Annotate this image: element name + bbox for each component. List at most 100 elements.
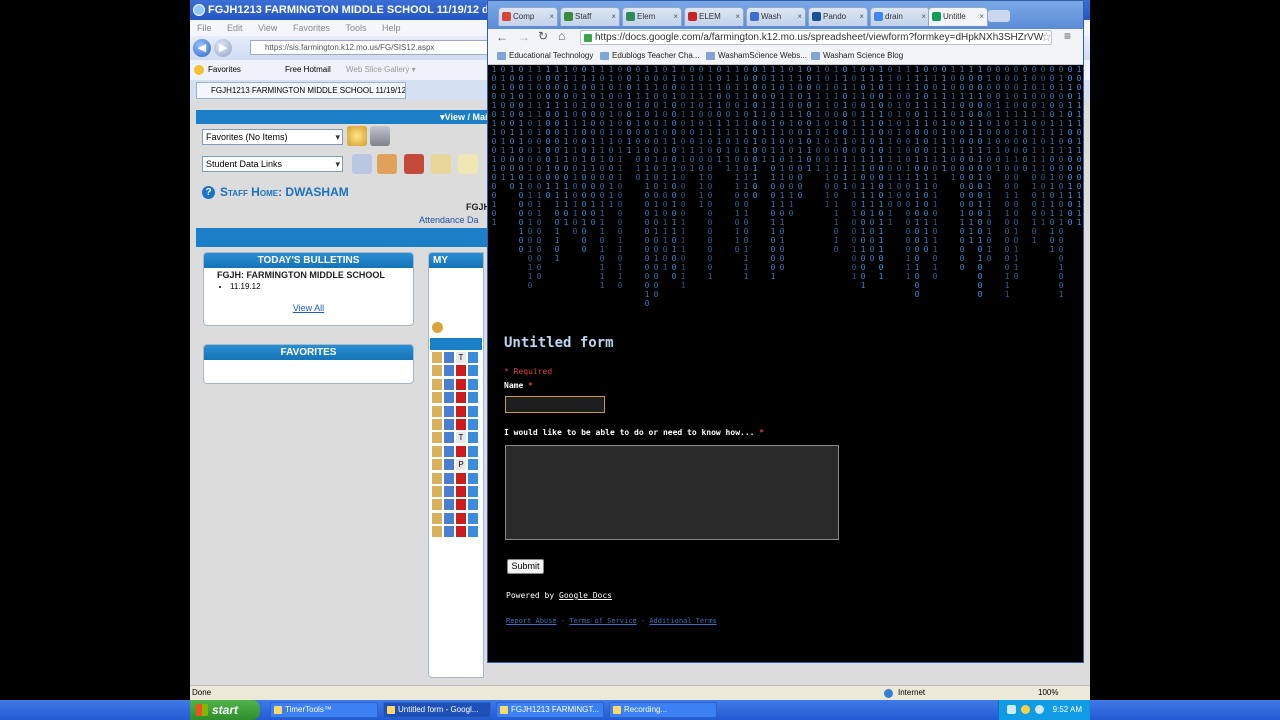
bookmark-washam-science-blog[interactable]: Washam Science Blog	[811, 47, 903, 65]
person-icon[interactable]	[432, 378, 442, 390]
cart-icon[interactable]	[468, 419, 478, 430]
cart-icon[interactable]	[468, 526, 478, 538]
network-tray-icon[interactable]	[1035, 705, 1044, 714]
class-row[interactable]	[430, 445, 482, 458]
cart-icon[interactable]	[468, 459, 478, 471]
person-icon[interactable]	[432, 419, 442, 430]
class-row[interactable]	[430, 486, 482, 498]
reload-icon[interactable]: ↻	[538, 29, 548, 43]
person-icon[interactable]	[432, 486, 442, 497]
name-field[interactable]	[505, 396, 605, 413]
person-icon[interactable]	[432, 472, 442, 484]
desk-icon[interactable]	[444, 472, 454, 484]
favorites-select[interactable]: Favorites (No Items)	[202, 129, 343, 145]
menu-help[interactable]: Help	[382, 23, 401, 33]
desk-icon[interactable]	[444, 445, 454, 457]
chrome-tab[interactable]: drain ×	[870, 7, 930, 26]
cart-icon[interactable]	[468, 352, 478, 363]
class-row[interactable]	[430, 472, 482, 485]
class-row[interactable]	[430, 365, 482, 377]
chrome-tab[interactable]: Staff ×	[560, 7, 620, 26]
person-icon[interactable]	[432, 526, 442, 538]
desk-icon[interactable]	[444, 392, 454, 404]
menu-view[interactable]: View	[258, 23, 277, 33]
class-row[interactable]: T	[430, 432, 482, 444]
menu-file[interactable]: File	[197, 23, 212, 33]
zoom-level[interactable]: 100%	[1038, 686, 1058, 700]
chrome-address-bar[interactable]: https://docs.google.com/a/farmington.k12…	[580, 30, 1052, 45]
home-icon[interactable]: ⌂	[558, 29, 565, 43]
person-icon[interactable]	[432, 512, 442, 524]
close-tab-icon[interactable]: ×	[979, 8, 984, 25]
menu-edit[interactable]: Edit	[227, 23, 243, 33]
mail-icon[interactable]	[458, 154, 478, 174]
desk-icon[interactable]	[444, 352, 454, 363]
cart-icon[interactable]	[468, 432, 478, 444]
bulletin-item[interactable]: 11.19.12	[230, 282, 413, 291]
ie-tab-sis[interactable]: FGJH1213 FARMINGTON MIDDLE SCHOOL 11/19/…	[196, 82, 406, 99]
cart-icon[interactable]	[468, 499, 478, 511]
person-icon[interactable]	[432, 432, 442, 444]
desk-icon[interactable]	[444, 419, 454, 430]
question-field[interactable]	[505, 445, 839, 540]
close-tab-icon[interactable]: ×	[859, 8, 864, 25]
chrome-tab[interactable]: ELEM ×	[684, 7, 744, 26]
desk-icon[interactable]	[444, 405, 454, 417]
cart-icon[interactable]	[468, 486, 478, 497]
fav-web-slice-gallery[interactable]: Web Slice Gallery ▾	[346, 60, 416, 80]
cart-icon[interactable]	[468, 405, 478, 417]
class-row[interactable]	[430, 392, 482, 404]
close-tab-icon[interactable]: ×	[673, 8, 678, 25]
desk-icon[interactable]	[444, 378, 454, 390]
back-icon[interactable]: ◀	[193, 39, 211, 57]
class-row[interactable]	[430, 526, 482, 538]
help-tray-icon[interactable]	[1007, 705, 1016, 714]
cart-icon[interactable]	[468, 512, 478, 524]
additional-terms-link[interactable]: Additional Terms	[649, 617, 716, 625]
person-icon[interactable]	[432, 405, 442, 417]
cart-icon[interactable]	[468, 445, 478, 457]
chrome-tab[interactable]: Wash ×	[746, 7, 806, 26]
class-row[interactable]	[430, 512, 482, 525]
desk-icon[interactable]	[444, 459, 454, 471]
task-timertools[interactable]: TimerTools™	[270, 702, 378, 718]
forward-arrow-icon[interactable]: →	[518, 30, 530, 44]
class-row[interactable]: T	[430, 352, 482, 364]
class-row[interactable]	[430, 405, 482, 418]
view-all-link[interactable]: View All	[204, 303, 413, 313]
students-icon[interactable]	[377, 154, 397, 174]
terms-of-service-link[interactable]: Terms of Service	[569, 617, 636, 625]
class-row[interactable]	[430, 378, 482, 391]
class-row[interactable]	[430, 419, 482, 431]
back-arrow-icon[interactable]: ←	[496, 30, 508, 44]
desk-icon[interactable]	[444, 365, 454, 377]
person-icon[interactable]	[432, 392, 442, 404]
bookmark-star-icon[interactable]: ☆	[1041, 30, 1052, 44]
google-docs-link[interactable]: Google Docs	[559, 591, 612, 600]
new-tab-button[interactable]	[988, 10, 1010, 22]
close-tab-icon[interactable]: ×	[797, 8, 802, 25]
print-icon[interactable]	[370, 126, 390, 146]
close-tab-icon[interactable]: ×	[921, 8, 926, 25]
class-group-icon[interactable]	[432, 322, 443, 333]
close-tab-icon[interactable]: ×	[549, 8, 554, 25]
cart-icon[interactable]	[468, 472, 478, 484]
fav-free-hotmail[interactable]: Free Hotmail	[285, 60, 331, 80]
volume-tray-icon[interactable]	[1021, 705, 1030, 714]
task-recording[interactable]: Recording...	[609, 702, 717, 718]
chrome-tab[interactable]: Comp ×	[498, 7, 558, 26]
view-main-link[interactable]: ▾View / Main	[440, 112, 493, 122]
cart-icon[interactable]	[468, 378, 478, 390]
person-icon[interactable]	[432, 352, 442, 363]
bookmark-educational-technology[interactable]: Educational Technology	[497, 47, 593, 65]
desk-icon[interactable]	[444, 512, 454, 524]
clock[interactable]: 9:52 AM	[1053, 705, 1082, 714]
bookmark-washamscience-webs[interactable]: WashamScience Webs...	[706, 47, 807, 65]
person-icon[interactable]	[432, 459, 442, 471]
cart-icon[interactable]	[468, 365, 478, 377]
home-icon[interactable]	[347, 126, 367, 146]
class-row[interactable]: P	[430, 459, 482, 471]
submit-button[interactable]: Submit	[507, 559, 544, 574]
bookmark-edublogs[interactable]: Edublogs Teacher Cha...	[600, 47, 699, 65]
start-button[interactable]: start	[190, 700, 260, 720]
